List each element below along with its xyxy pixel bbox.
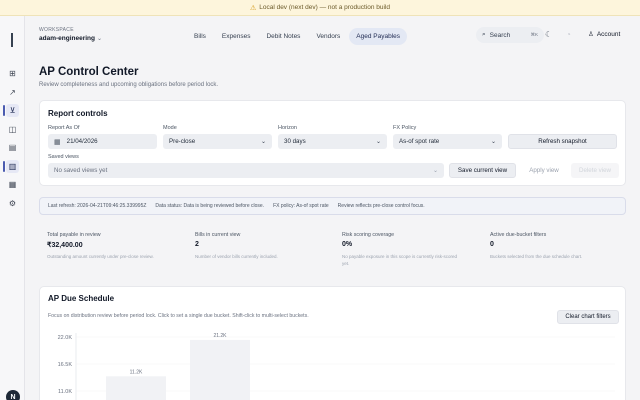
save-view-button[interactable]: Save current view bbox=[449, 163, 516, 178]
fx-policy-value: As-of spot rate bbox=[399, 138, 440, 145]
workspace-switcher[interactable]: adam-engineering ⌄ bbox=[39, 35, 102, 42]
apply-view-button[interactable]: Apply view bbox=[520, 163, 568, 178]
chevron-down-icon: ⌄ bbox=[260, 139, 266, 145]
bar-value-label: 21.2K bbox=[213, 333, 227, 339]
page-title: AP Control Center bbox=[39, 66, 139, 78]
fx-policy-text: FX policy: As-of spot rate bbox=[273, 203, 329, 209]
stat-note: Outstanding amount currently under pre-c… bbox=[47, 254, 154, 259]
report-as-of-label: Report As Of bbox=[48, 125, 80, 131]
trend-icon[interactable]: ↗ bbox=[6, 86, 19, 99]
horizon-value: 30 days bbox=[284, 138, 306, 145]
grid-icon[interactable]: ⊞ bbox=[6, 67, 19, 80]
status-banner: Last refresh: 2026-04-21T09:46:25.339995… bbox=[39, 197, 626, 215]
stat-note: Number of vendor bills currently include… bbox=[195, 254, 278, 259]
rail-divider bbox=[11, 33, 13, 47]
saved-views-select[interactable]: No saved views yet ⌄ bbox=[48, 163, 444, 178]
refresh-snapshot-button[interactable]: Refresh snapshot bbox=[508, 134, 617, 149]
chart-bar[interactable] bbox=[190, 339, 250, 400]
account-button[interactable]: ♙ Account bbox=[588, 30, 621, 39]
icon-rail: ⊞ ↗ ⊻ ◫ ▤ ▥ ▦ ⚙ N bbox=[0, 16, 25, 400]
chart-bar[interactable] bbox=[106, 376, 166, 400]
stat-note: No payable exposure in this scope is cur… bbox=[342, 254, 458, 267]
stat-value: 0% bbox=[342, 241, 353, 248]
main-content: AP Control Center Review completeness an… bbox=[25, 56, 640, 400]
workspace-name: adam-engineering bbox=[39, 35, 95, 42]
delete-view-button[interactable]: Delete view bbox=[571, 163, 619, 178]
saved-views-label: Saved views bbox=[48, 154, 79, 160]
stat-value: 0 bbox=[490, 241, 494, 248]
nav-tabs: Bills Expenses Debit Notes Vendors Aged … bbox=[187, 28, 408, 45]
tab-debit-notes[interactable]: Debit Notes bbox=[259, 28, 307, 45]
due-schedule-card: AP Due Schedule Focus on distribution re… bbox=[39, 286, 626, 400]
cart-icon[interactable]: ⊻ bbox=[3, 104, 19, 117]
calendar-icon: ▦ bbox=[54, 138, 61, 146]
box-icon[interactable]: ◫ bbox=[6, 123, 19, 136]
search-shortcut: ⌘K bbox=[530, 32, 538, 37]
bell-icon[interactable]: ◔ bbox=[566, 30, 571, 39]
ledger-icon[interactable]: ▦ bbox=[6, 178, 19, 191]
stat-note: Buckets selected from the due schedule c… bbox=[490, 254, 583, 259]
due-schedule-chart: 22.0K 16.5K 11.0K 11.2K 21.2K bbox=[58, 333, 615, 400]
fx-policy-label: FX Policy bbox=[393, 125, 417, 131]
review-text: Review reflects pre-close control focus. bbox=[337, 203, 425, 209]
gear-icon[interactable]: ⚙ bbox=[6, 197, 19, 210]
mode-label: Mode bbox=[163, 125, 177, 131]
stat-label: Active due-bucket filters bbox=[490, 232, 547, 238]
tab-aged-payables[interactable]: Aged Payables bbox=[349, 28, 408, 45]
moon-icon[interactable]: ☾ bbox=[545, 30, 552, 39]
chevron-down-icon: ⌄ bbox=[432, 168, 438, 174]
tab-bills[interactable]: Bills bbox=[187, 28, 213, 45]
y-tick-label: 16.5K bbox=[58, 362, 73, 368]
stat-label: Risk scoring coverage bbox=[342, 232, 395, 238]
horizon-select[interactable]: 30 days ⌄ bbox=[278, 134, 387, 149]
stat-value: ₹32,400.00 bbox=[47, 242, 83, 249]
mode-value: Pre-close bbox=[169, 138, 196, 145]
report-controls-title: Report controls bbox=[48, 109, 108, 118]
user-icon: ♙ bbox=[588, 31, 594, 38]
chart-icon[interactable]: ▥ bbox=[3, 160, 19, 173]
report-as-of-input[interactable]: ▦ 21/04/2026 bbox=[48, 134, 157, 149]
bar-value-label: 11.2K bbox=[130, 369, 143, 375]
fx-policy-select[interactable]: As-of spot rate ⌄ bbox=[393, 134, 502, 149]
tab-vendors[interactable]: Vendors bbox=[309, 28, 347, 45]
stat-value: 2 bbox=[195, 241, 199, 248]
workspace-label: WORKSPACE bbox=[39, 27, 74, 33]
last-refresh-text: Last refresh: 2026-04-21T09:46:25.339995… bbox=[48, 203, 147, 209]
y-tick-label: 22.0K bbox=[58, 335, 73, 341]
document-icon[interactable]: ▤ bbox=[6, 141, 19, 154]
mode-select[interactable]: Pre-close ⌄ bbox=[163, 134, 272, 149]
chevron-down-icon: ⌄ bbox=[375, 139, 381, 145]
chevron-down-icon: ⌄ bbox=[96, 36, 103, 42]
data-status-text: Data status: Data is being reviewed befo… bbox=[155, 203, 265, 209]
search-button[interactable]: ⌕ Search ⌘K bbox=[476, 27, 544, 43]
tab-expenses[interactable]: Expenses bbox=[215, 28, 258, 45]
stat-label: Bills in current view bbox=[195, 232, 241, 238]
dev-banner: ⚠ Local dev (next dev) — not a productio… bbox=[0, 0, 640, 16]
warning-icon: ⚠ bbox=[249, 4, 257, 12]
top-bar: WORKSPACE adam-engineering ⌄ Bills Expens… bbox=[25, 16, 640, 56]
horizon-label: Horizon bbox=[278, 125, 297, 131]
account-label: Account bbox=[596, 30, 621, 38]
y-tick-label: 11.0K bbox=[58, 389, 72, 395]
search-label: Search bbox=[489, 31, 511, 39]
search-icon: ⌕ bbox=[482, 31, 486, 38]
page-subtitle: Review completeness and upcoming obligat… bbox=[39, 82, 219, 88]
avatar[interactable]: N bbox=[6, 390, 20, 400]
report-as-of-value: 21/04/2026 bbox=[66, 138, 98, 145]
stat-label: Total payable in review bbox=[47, 232, 101, 238]
report-controls-card: Report controls Report As Of ▦ 21/04/202… bbox=[39, 100, 626, 186]
chevron-down-icon: ⌄ bbox=[490, 139, 496, 145]
dev-banner-text: Local dev (next dev) — not a production … bbox=[259, 4, 391, 11]
saved-views-placeholder: No saved views yet bbox=[54, 167, 108, 174]
